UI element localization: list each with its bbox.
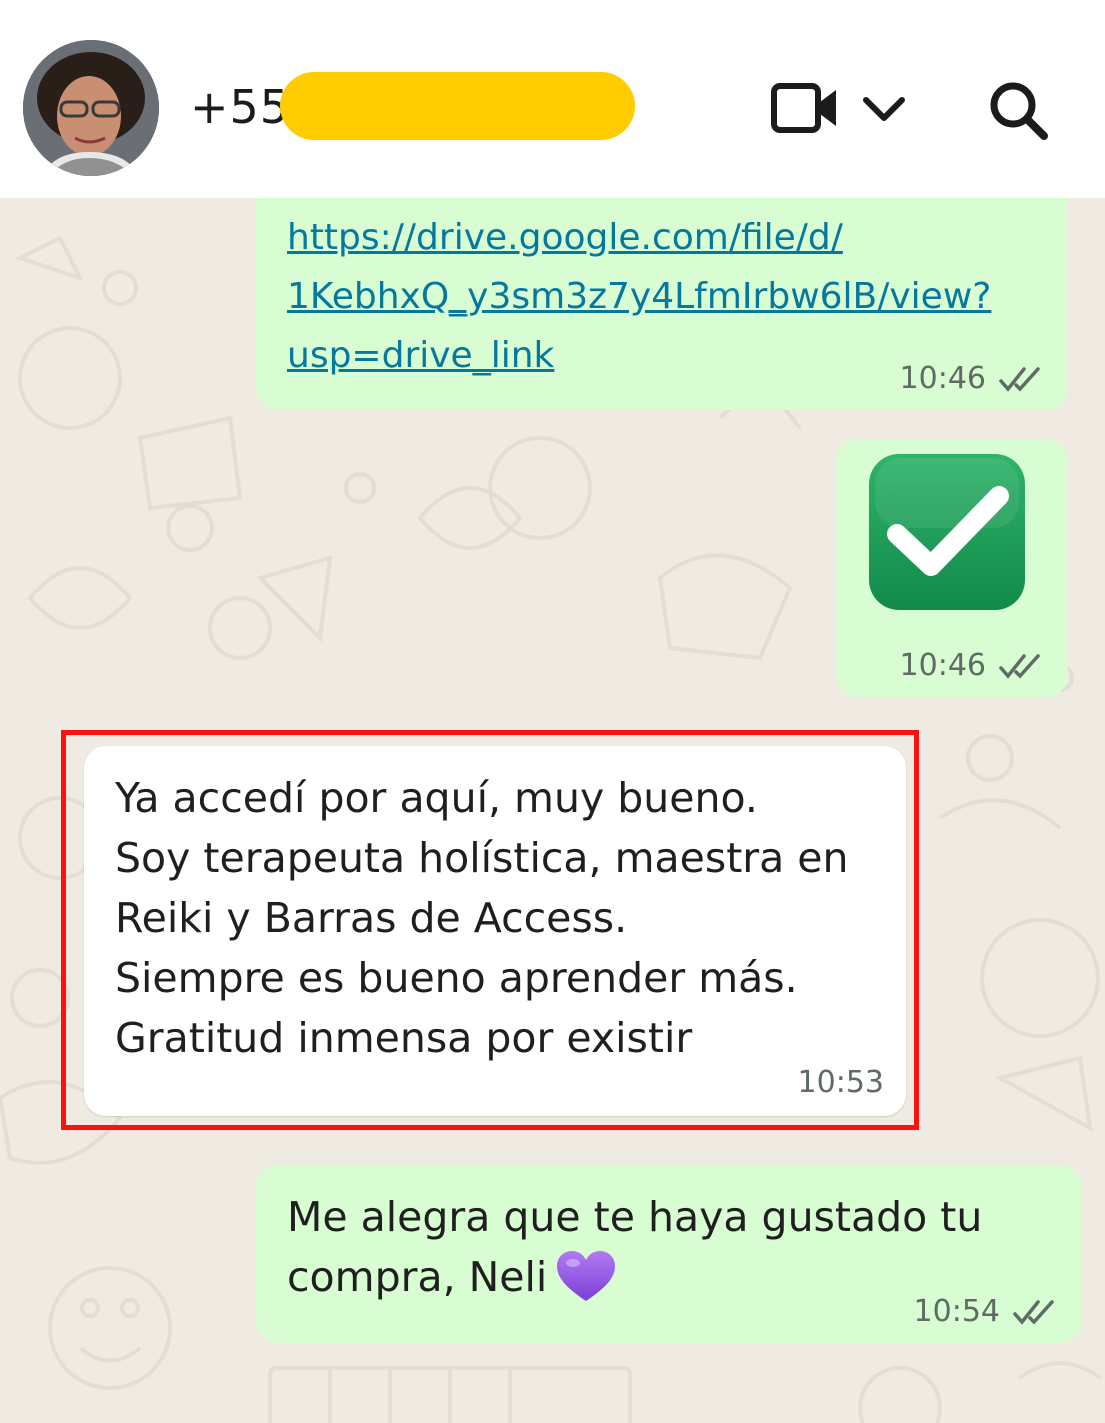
- double-check-icon: [999, 366, 1040, 392]
- double-check-icon: [1013, 1299, 1054, 1325]
- chat-header: +55: [0, 0, 1105, 198]
- message-line: Reiki y Barras de Access.: [115, 894, 628, 942]
- link-line[interactable]: https://drive.google.com/file/d/: [287, 208, 1047, 267]
- message-line: Gratitud inmensa por existir: [115, 1014, 693, 1062]
- video-call-button[interactable]: [770, 80, 840, 136]
- outgoing-message-emoji[interactable]: 10:46: [836, 439, 1068, 697]
- message-meta: 10:46: [900, 648, 1042, 683]
- outgoing-message-link[interactable]: https://drive.google.com/file/d/ 1KebhxQ…: [256, 198, 1068, 410]
- search-icon: [990, 82, 1048, 140]
- message-link[interactable]: https://drive.google.com/file/d/ 1KebhxQ…: [287, 208, 1047, 385]
- contact-phone-prefix[interactable]: +55: [190, 80, 290, 134]
- message-time: 10:54: [913, 1294, 1000, 1329]
- double-check-icon: [999, 653, 1040, 679]
- call-options-button[interactable]: [860, 92, 908, 126]
- message-line: Ya accedí por aquí, muy bueno.: [115, 774, 758, 822]
- contact-avatar[interactable]: [23, 40, 159, 176]
- outgoing-message[interactable]: Me alegra que te haya gustado tu compra,…: [256, 1165, 1082, 1343]
- incoming-message[interactable]: Ya accedí por aquí, muy bueno. Soy terap…: [84, 746, 906, 1116]
- chat-area[interactable]: https://drive.google.com/file/d/ 1KebhxQ…: [0, 198, 1105, 1423]
- message-time: 10:46: [899, 648, 986, 683]
- message-line: Soy terapeuta holística, maestra en: [115, 834, 849, 882]
- message-text: Me alegra que te haya gustado tu compra,…: [287, 1187, 1027, 1307]
- chevron-down-icon: [863, 97, 905, 121]
- check-mark-button-icon: [869, 454, 1025, 610]
- link-line[interactable]: 1KebhxQ_y3sm3z7y4LfmIrbw6lB/view?: [287, 267, 1047, 326]
- message-meta: 10:54: [914, 1294, 1056, 1329]
- purple-heart-icon: [557, 1251, 616, 1301]
- message-text: Ya accedí por aquí, muy bueno. Soy terap…: [115, 768, 895, 1068]
- message-meta: 10:53: [798, 1065, 884, 1100]
- message-time: 10:53: [797, 1065, 884, 1100]
- message-meta: 10:46: [900, 361, 1042, 396]
- redacted-phone-number: [280, 72, 635, 140]
- message-line: compra, Neli: [287, 1253, 548, 1301]
- message-line: Siempre es bueno aprender más.: [115, 954, 798, 1002]
- message-line: Me alegra que te haya gustado tu: [287, 1193, 983, 1241]
- message-time: 10:46: [899, 361, 986, 396]
- avatar-photo: [23, 40, 159, 176]
- search-button[interactable]: [986, 78, 1052, 144]
- video-call-icon: [771, 83, 836, 133]
